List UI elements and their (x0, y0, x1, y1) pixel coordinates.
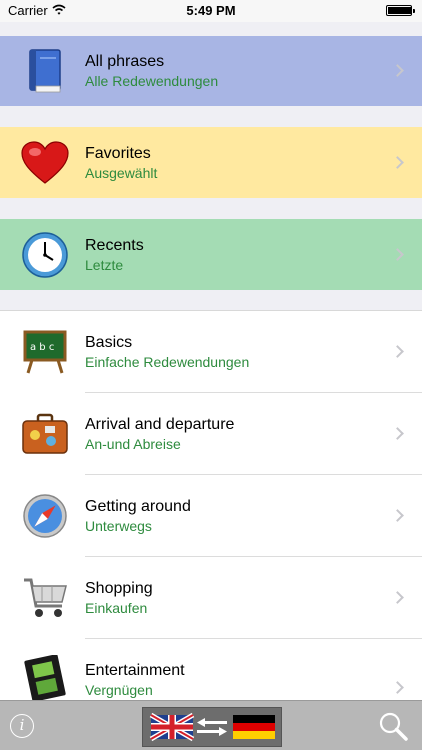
row-subtitle: Vergnügen (85, 682, 153, 698)
clock-time: 5:49 PM (186, 3, 236, 18)
film-strip-icon (20, 653, 70, 703)
battery-icon (386, 5, 415, 16)
row-subtitle: Einfache Redewendungen (85, 353, 250, 370)
chevron-right-icon (391, 681, 404, 694)
status-bar: Carrier 5:49 PM (0, 0, 422, 22)
search-icon[interactable] (378, 711, 408, 741)
phrasebook-screen: Carrier 5:49 PM All phrases Alle Redewen… (0, 0, 422, 750)
chalkboard-icon: a b c (20, 327, 70, 377)
list-item-arrival-departure[interactable]: Arrival and departure An-und Abreise (0, 393, 422, 474)
row-subtitle: Ausgewählt (85, 164, 158, 181)
category-list: a b c Basics Einfache Redewendungen Arri… (0, 310, 422, 701)
row-subtitle: Unterwegs (85, 517, 152, 534)
row-title: Entertainment (85, 662, 185, 679)
row-title: Arrival and departure (85, 415, 235, 433)
row-favorites[interactable]: Favorites Ausgewählt (0, 127, 422, 198)
chevron-right-icon (391, 155, 404, 169)
uk-de-flag-switch-icon (149, 712, 275, 742)
row-subtitle: An-und Abreise (85, 435, 181, 452)
row-all-phrases[interactable]: All phrases Alle Redewendungen (0, 36, 422, 106)
chevron-right-icon (391, 590, 404, 604)
chevron-right-icon (391, 344, 404, 358)
row-subtitle: Alle Redewendungen (85, 73, 219, 89)
row-title: Basics (85, 333, 133, 351)
list-item-basics[interactable]: a b c Basics Einfache Redewendungen (0, 311, 422, 392)
row-title: Shopping (85, 579, 153, 597)
heart-icon (20, 138, 70, 188)
suitcase-icon (20, 409, 70, 459)
list-item-shopping[interactable]: Shopping Einkaufen (0, 557, 422, 638)
row-title: Getting around (85, 497, 191, 515)
shopping-cart-icon (20, 573, 70, 623)
clock-icon (20, 230, 70, 280)
row-title: Recents (85, 236, 144, 254)
book-icon (20, 46, 70, 96)
chevron-right-icon (391, 508, 404, 522)
row-title: Favorites (85, 144, 151, 162)
row-recents[interactable]: Recents Letzte (0, 219, 422, 290)
chevron-right-icon (391, 64, 404, 77)
language-switch-button[interactable] (142, 707, 282, 747)
svg-text:a b c: a b c (30, 342, 54, 353)
chevron-right-icon (391, 247, 404, 261)
list-item-entertainment[interactable]: Entertainment Vergnügen (0, 639, 422, 701)
chevron-right-icon (391, 426, 404, 440)
bottom-toolbar: i (0, 700, 422, 750)
list-item-getting-around[interactable]: Getting around Unterwegs (0, 475, 422, 556)
row-subtitle: Letzte (85, 256, 124, 273)
row-title: All phrases (85, 53, 165, 70)
info-icon[interactable]: i (10, 714, 34, 738)
compass-icon (20, 491, 70, 541)
row-subtitle: Einkaufen (85, 599, 148, 616)
